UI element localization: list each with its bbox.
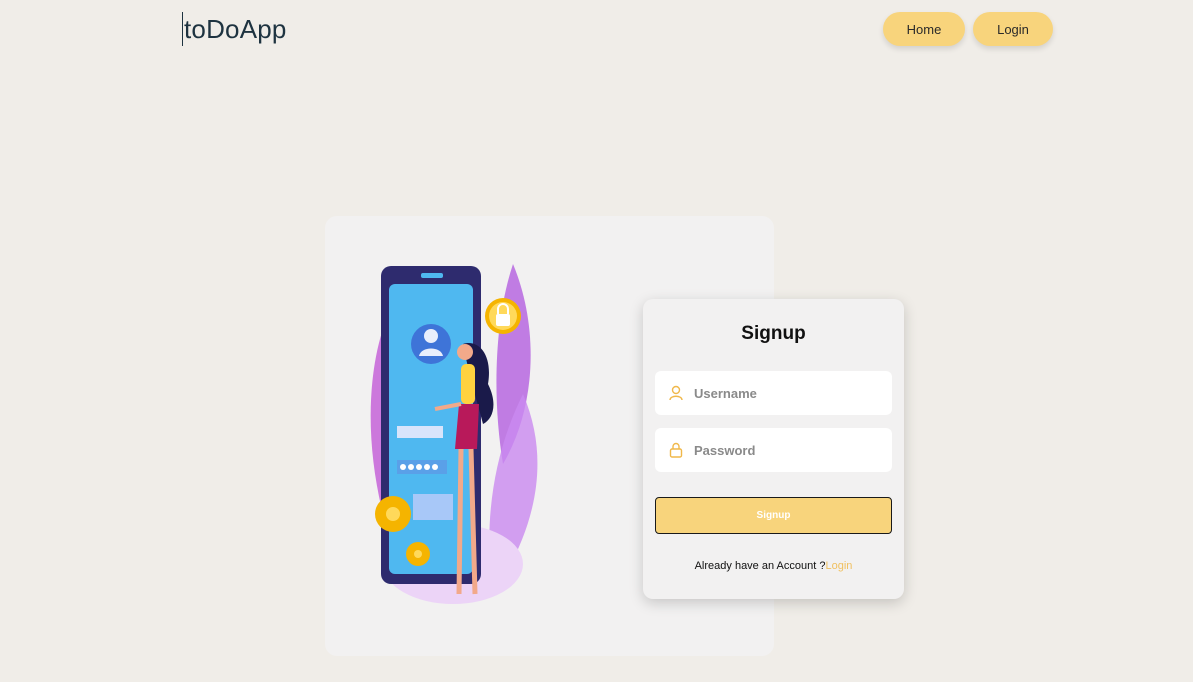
brand-logo-text[interactable]: toDoApp: [182, 12, 287, 46]
navbar: toDoApp Home Login: [0, 0, 1193, 62]
signup-form-card: Signup Signup Already have an Account ?L…: [643, 299, 904, 599]
login-prompt-text: Already have an Account ?: [694, 560, 826, 572]
form-title: Signup: [741, 323, 806, 344]
user-icon: [669, 385, 683, 401]
nav-home-button[interactable]: Home: [883, 12, 965, 46]
signup-button[interactable]: Signup: [655, 497, 892, 534]
login-link[interactable]: Login: [825, 560, 852, 572]
login-prompt: Already have an Account ?Login: [643, 560, 904, 572]
username-field[interactable]: [655, 371, 892, 415]
password-field[interactable]: [655, 428, 892, 472]
username-input[interactable]: [692, 384, 886, 402]
nav-login-button[interactable]: Login: [973, 12, 1053, 46]
signup-illustration: [370, 264, 538, 604]
password-input[interactable]: [692, 441, 886, 459]
lock-icon: [669, 442, 683, 458]
